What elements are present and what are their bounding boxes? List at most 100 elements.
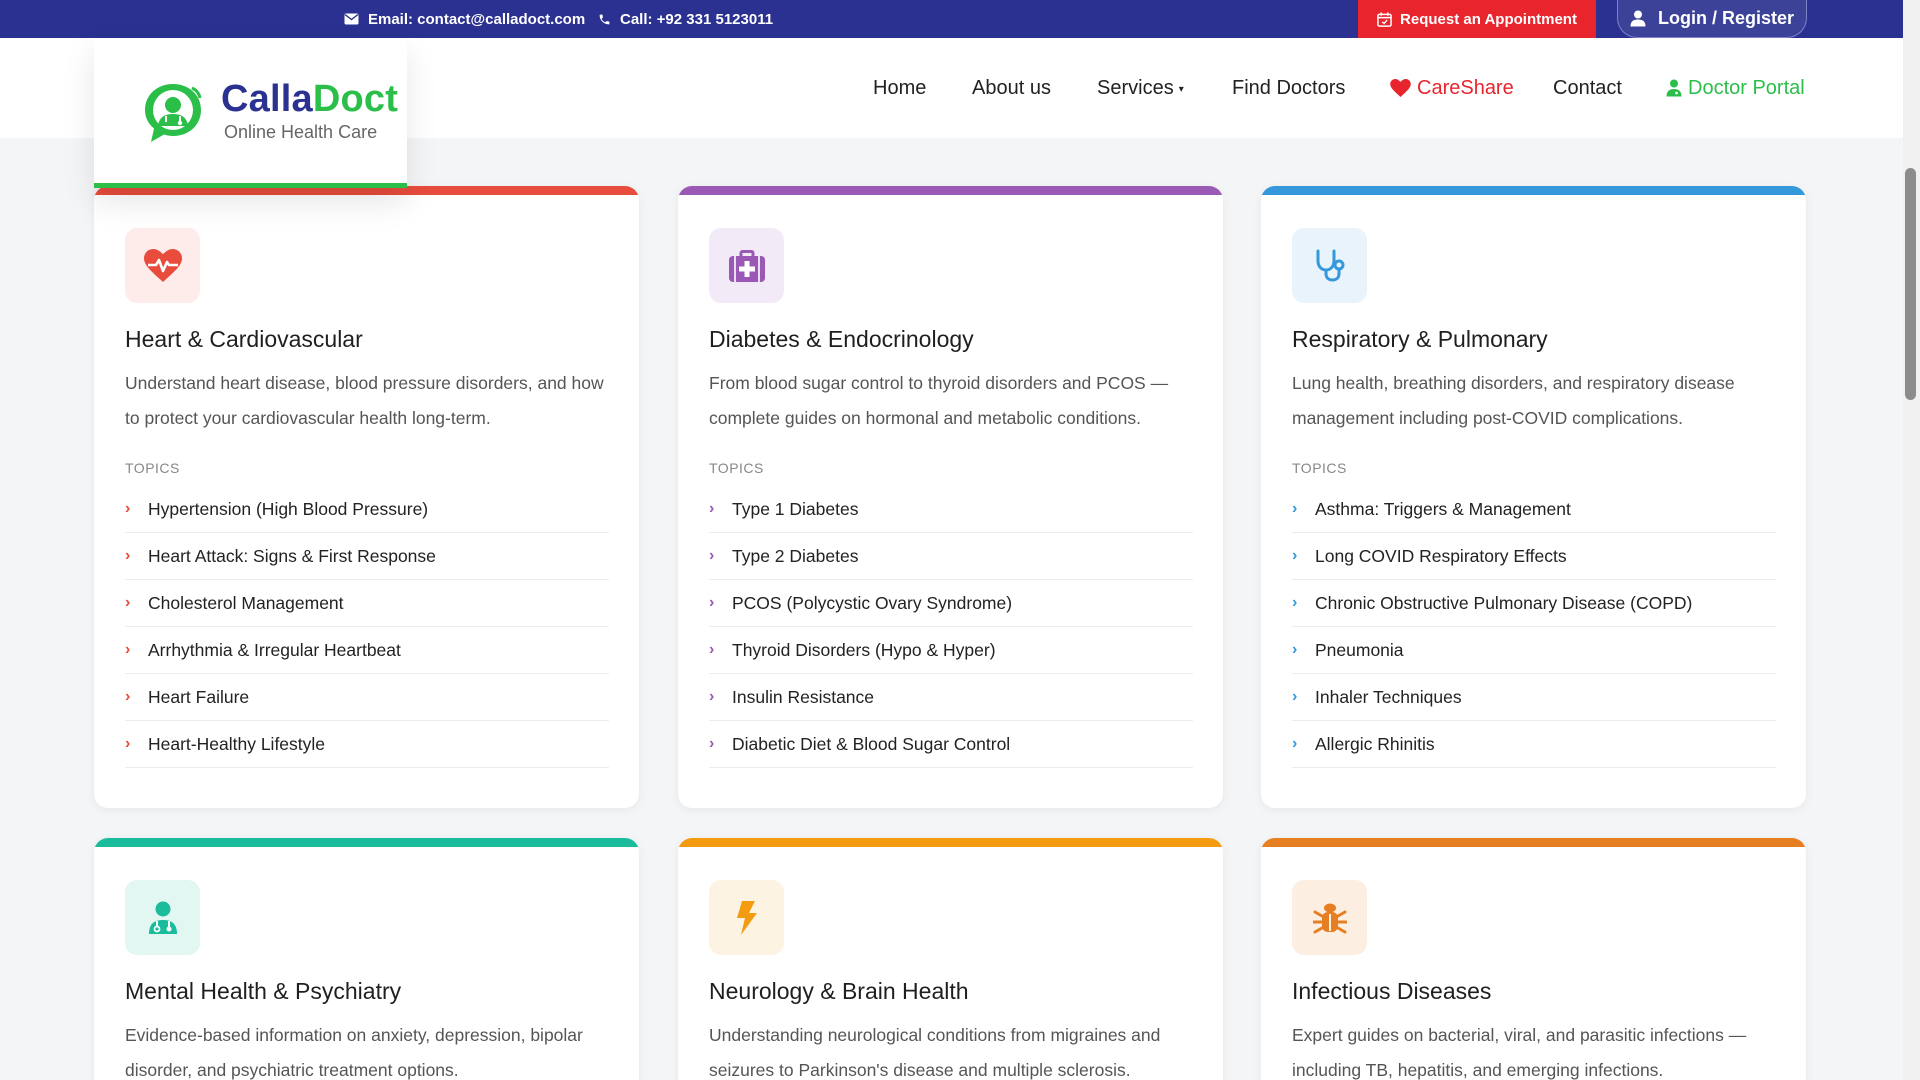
topic-link[interactable]: › Hypertension (High Blood Pressure) <box>125 486 609 533</box>
topic-link[interactable]: › Diabetic Diet & Blood Sugar Control <box>709 721 1193 768</box>
card-accent-bar <box>1261 838 1806 847</box>
topic-link[interactable]: › Arrhythmia & Irregular Heartbeat <box>125 627 609 674</box>
heart-icon <box>1390 79 1411 97</box>
phone-text: Call: +92 331 5123011 <box>620 10 774 28</box>
topic-link[interactable]: › PCOS (Polycystic Ovary Syndrome) <box>709 580 1193 627</box>
bug-icon <box>1312 903 1347 933</box>
phone-icon <box>599 14 610 24</box>
card-title: Neurology & Brain Health <box>709 978 969 1004</box>
card-description: Understanding neurological conditions fr… <box>709 1025 1161 1080</box>
topic-link[interactable]: › Inhaler Techniques <box>1292 674 1776 721</box>
calladoct-logo-icon <box>145 84 202 142</box>
card-description: Understand heart disease, blood pressure… <box>125 373 604 428</box>
topic-link[interactable]: › Type 1 Diabetes <box>709 486 1193 533</box>
page-scrollbar[interactable] <box>1903 0 1920 1080</box>
topic-link[interactable]: › Type 2 Diabetes <box>709 533 1193 580</box>
request-appointment-button[interactable]: Request an Appointment <box>1358 0 1596 38</box>
envelope-icon <box>344 13 359 25</box>
user-icon <box>1630 10 1646 27</box>
card-accent-bar <box>678 186 1223 195</box>
brand-tagline: Online Health Care <box>224 122 378 142</box>
login-register-label: Login / Register <box>1657 8 1794 28</box>
category-icon-box <box>1292 880 1367 955</box>
chevron-right-icon: › <box>1292 735 1298 752</box>
login-register-button[interactable]: Login / Register <box>1617 0 1807 38</box>
category-icon-box <box>125 228 200 303</box>
request-appointment-label: Request an Appointment <box>1400 10 1577 28</box>
nav-about[interactable]: About us <box>972 38 1051 138</box>
bolt-icon <box>736 900 757 935</box>
topic-link[interactable]: › Thyroid Disorders (Hypo & Hyper) <box>709 627 1193 674</box>
topics-list: › Asthma: Triggers & Management › Long COV… <box>1292 486 1776 768</box>
card-description: Evidence-based information on anxiety, d… <box>125 1025 583 1080</box>
topic-link[interactable]: › Chronic Obstructive Pulmonary Disease (… <box>1292 580 1776 627</box>
topic-link[interactable]: › Heart-Healthy Lifestyle <box>125 721 609 768</box>
chevron-right-icon: › <box>709 641 715 658</box>
topic-link[interactable]: › Heart Attack: Signs & First Response <box>125 533 609 580</box>
nav-home[interactable]: Home <box>873 38 926 138</box>
nav-find-doctors[interactable]: Find Doctors <box>1232 38 1345 138</box>
chevron-right-icon: › <box>125 547 131 564</box>
card-description: From blood sugar control to thyroid diso… <box>709 373 1169 428</box>
category-card-mental-health[interactable]: Mental Health & Psychiatry Evidence-base… <box>94 838 639 1080</box>
medical-kit-icon <box>728 249 765 282</box>
nav-doctor-portal[interactable]: Doctor Portal <box>1666 38 1805 138</box>
email-text: Email: contact@calladoct.com <box>368 10 586 28</box>
phone-contact[interactable]: Call: +92 331 5123011 <box>598 0 773 38</box>
topic-link[interactable]: › Heart Failure <box>125 674 609 721</box>
chevron-right-icon: › <box>125 688 131 705</box>
card-title: Infectious Diseases <box>1292 978 1492 1004</box>
topic-link[interactable]: › Long COVID Respiratory Effects <box>1292 533 1776 580</box>
topic-link[interactable]: › Allergic Rhinitis <box>1292 721 1776 768</box>
card-accent-bar <box>1261 186 1806 195</box>
category-icon-box <box>125 880 200 955</box>
topics-list: › Hypertension (High Blood Pressure) › Hea… <box>125 486 609 768</box>
category-card-heart[interactable]: Heart & Cardiovascular Understand heart … <box>94 186 639 808</box>
chevron-right-icon: › <box>1292 688 1298 705</box>
chevron-right-icon: › <box>709 500 715 517</box>
chevron-right-icon: › <box>125 500 131 517</box>
card-title: Respiratory & Pulmonary <box>1292 326 1548 352</box>
caret-down-icon: ▾ <box>1178 84 1184 95</box>
stethoscope-icon <box>1316 249 1344 282</box>
topic-link[interactable]: › Insulin Resistance <box>709 674 1193 721</box>
chevron-right-icon: › <box>1292 641 1298 658</box>
chevron-right-icon: › <box>1292 500 1298 517</box>
card-title: Mental Health & Psychiatry <box>125 978 402 1004</box>
doctor-icon <box>1666 79 1682 97</box>
card-accent-bar <box>94 838 639 847</box>
doctor-icon <box>148 901 177 934</box>
topic-link[interactable]: › Cholesterol Management <box>125 580 609 627</box>
top-contact-bar: Email: contact@calladoct.com Call: +92 3… <box>0 0 1920 38</box>
category-card-neurology[interactable]: Neurology & Brain Health Understanding n… <box>678 838 1223 1080</box>
card-accent-bar <box>678 838 1223 847</box>
category-card-infectious[interactable]: Infectious Diseases Expert guides on bac… <box>1261 838 1806 1080</box>
topic-link[interactable]: › Pneumonia <box>1292 627 1776 674</box>
chevron-right-icon: › <box>125 735 131 752</box>
topics-list: › Type 1 Diabetes › Type 2 Diabetes › PCOS … <box>709 486 1193 768</box>
nav-services[interactable]: Services ▾ <box>1097 38 1184 138</box>
chevron-right-icon: › <box>125 594 131 611</box>
chevron-right-icon: › <box>125 641 131 658</box>
chevron-right-icon: › <box>709 688 715 705</box>
chevron-right-icon: › <box>1292 547 1298 564</box>
topic-link[interactable]: › Asthma: Triggers & Management <box>1292 486 1776 533</box>
email-contact[interactable]: Email: contact@calladoct.com <box>344 0 585 38</box>
chevron-right-icon: › <box>709 594 715 611</box>
chevron-right-icon: › <box>709 547 715 564</box>
card-description: Expert guides on bacterial, viral, and p… <box>1292 1025 1747 1080</box>
topics-label: TOPICS <box>125 460 180 476</box>
category-card-diabetes[interactable]: Diabetes & Endocrinology From blood suga… <box>678 186 1223 808</box>
category-card-respiratory[interactable]: Respiratory & Pulmonary Lung health, bre… <box>1261 186 1806 808</box>
heartbeat-icon <box>143 248 182 282</box>
chevron-right-icon: › <box>709 735 715 752</box>
topics-label: TOPICS <box>1292 460 1347 476</box>
chevron-right-icon: › <box>1292 594 1298 611</box>
nav-contact[interactable]: Contact <box>1553 38 1622 138</box>
site-logo[interactable]: CallaDoct Online Health Care <box>94 38 407 188</box>
card-description: Lung health, breathing disorders, and re… <box>1292 373 1735 428</box>
calendar-icon <box>1377 11 1392 27</box>
scrollbar-thumb[interactable] <box>1905 168 1916 400</box>
category-icon-box <box>709 228 784 303</box>
nav-careshare[interactable]: CareShare <box>1390 38 1514 138</box>
